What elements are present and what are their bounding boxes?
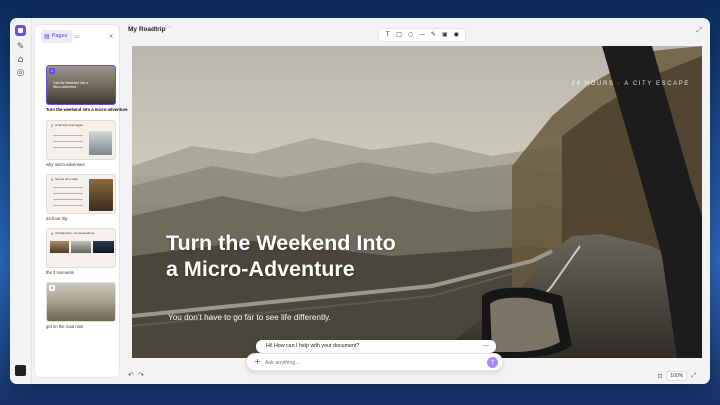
assistant-message: Hi! How can I help with your document? — (256, 340, 496, 353)
slide-title-line2: a Micro-Adventure (166, 257, 355, 281)
workspace-icon[interactable] (15, 365, 26, 376)
page-caption-2: why micro-adventure (46, 162, 85, 167)
drawing-toolbar: T □ ○ — ✎ ▣ ◉ (378, 28, 466, 42)
page-caption-1: Turn the weekend into a micro-adventure (46, 107, 128, 112)
zoom-controls: ⊡ 100% ⤢ (657, 371, 696, 381)
pages-panel: ▤ Pages ▭ × 1 Turn the Weekend Into a Mi… (34, 24, 128, 378)
page-thumbnail-5[interactable]: 5 (46, 282, 116, 322)
slide-title[interactable]: Turn the Weekend Into a Micro-Adventure (166, 230, 486, 282)
page-number: 1 (49, 68, 55, 74)
left-rail: ✎ ⌂ ◎ (10, 18, 32, 384)
slide-tagline: 24 HOURS · A CITY ESCAPE (571, 81, 690, 87)
page-caption-3: 24-hour trip (46, 216, 68, 221)
pen-tool-icon[interactable]: ✎ (429, 29, 438, 41)
zoom-fit-icon[interactable]: ⊡ (657, 373, 662, 380)
slide-canvas[interactable]: 24 HOURS · A CITY ESCAPE Turn the Weeken… (132, 46, 702, 358)
send-icon[interactable]: ↑ (487, 357, 498, 368)
rectangle-tool-icon[interactable]: □ (395, 29, 404, 41)
home-icon[interactable]: ⌂ (15, 55, 26, 66)
slide-subtitle[interactable]: You don’t have to go far to see life dif… (168, 313, 331, 322)
tab-pages-label: Pages (51, 33, 68, 39)
undo-icon[interactable]: ↶ (128, 371, 134, 379)
slide-title-line1: Turn the Weekend Into (166, 231, 396, 255)
more-icon[interactable]: ··· (165, 24, 172, 31)
page-thumbnail-1[interactable]: 1 Turn the Weekend Into a Micro-Adventur… (46, 65, 116, 105)
tab-outline-icon[interactable]: ▭ (72, 30, 82, 43)
panel-header: ▤ Pages ▭ × (41, 30, 115, 43)
plus-icon[interactable]: + (254, 357, 261, 366)
chat-input-bar: + ↑ (246, 353, 503, 371)
document-title[interactable]: My Roadtrip (128, 26, 166, 33)
page-caption-5: get on the road now (46, 324, 84, 329)
zoom-level[interactable]: 100% (666, 371, 688, 381)
thumbnail-title: Checkpoints, not destinations (55, 231, 95, 235)
page-caption-4: the 3 moments (46, 270, 74, 275)
page-thumbnail-3[interactable]: 3 Simple time table (46, 174, 116, 214)
page-number: 5 (49, 285, 55, 291)
text-tool-icon[interactable]: T (383, 29, 392, 41)
fit-screen-icon[interactable]: ⤢ (691, 372, 696, 380)
page-thumbnail-4[interactable]: 4 Checkpoints, not destinations (46, 228, 116, 268)
slide-background-image (132, 46, 702, 358)
line-tool-icon[interactable]: — (417, 29, 426, 41)
minimize-icon[interactable]: — (483, 340, 489, 353)
explore-icon[interactable]: ◎ (15, 68, 26, 79)
redo-icon[interactable]: ↷ (138, 371, 144, 379)
edit-icon[interactable]: ✎ (15, 42, 26, 53)
app-window: ✎ ⌂ ◎ ▤ Pages ▭ × 1 Turn the Weekend Int… (10, 18, 710, 384)
assistant-greeting: Hi! How can I help with your document? (266, 343, 360, 349)
page-thumbnail-2[interactable]: 2 small trips feel bigger (46, 120, 116, 160)
app-logo-icon[interactable] (15, 25, 26, 36)
tab-pages[interactable]: ▤ Pages (41, 30, 73, 43)
thumbnail-title: small trips feel bigger (55, 123, 84, 127)
image-tool-icon[interactable]: ▣ (440, 29, 449, 41)
thumbnail-title: Simple time table (55, 177, 79, 181)
chat-input[interactable] (265, 358, 465, 367)
pages-icon: ▤ (44, 33, 50, 40)
close-icon[interactable]: × (107, 30, 115, 43)
ellipse-tool-icon[interactable]: ○ (406, 29, 415, 41)
thumbnail-title: Turn the Weekend Into a Micro-Adventure (53, 81, 88, 89)
shape-tool-icon[interactable]: ◉ (452, 29, 461, 41)
fullscreen-icon[interactable]: ⤢ (696, 26, 702, 35)
